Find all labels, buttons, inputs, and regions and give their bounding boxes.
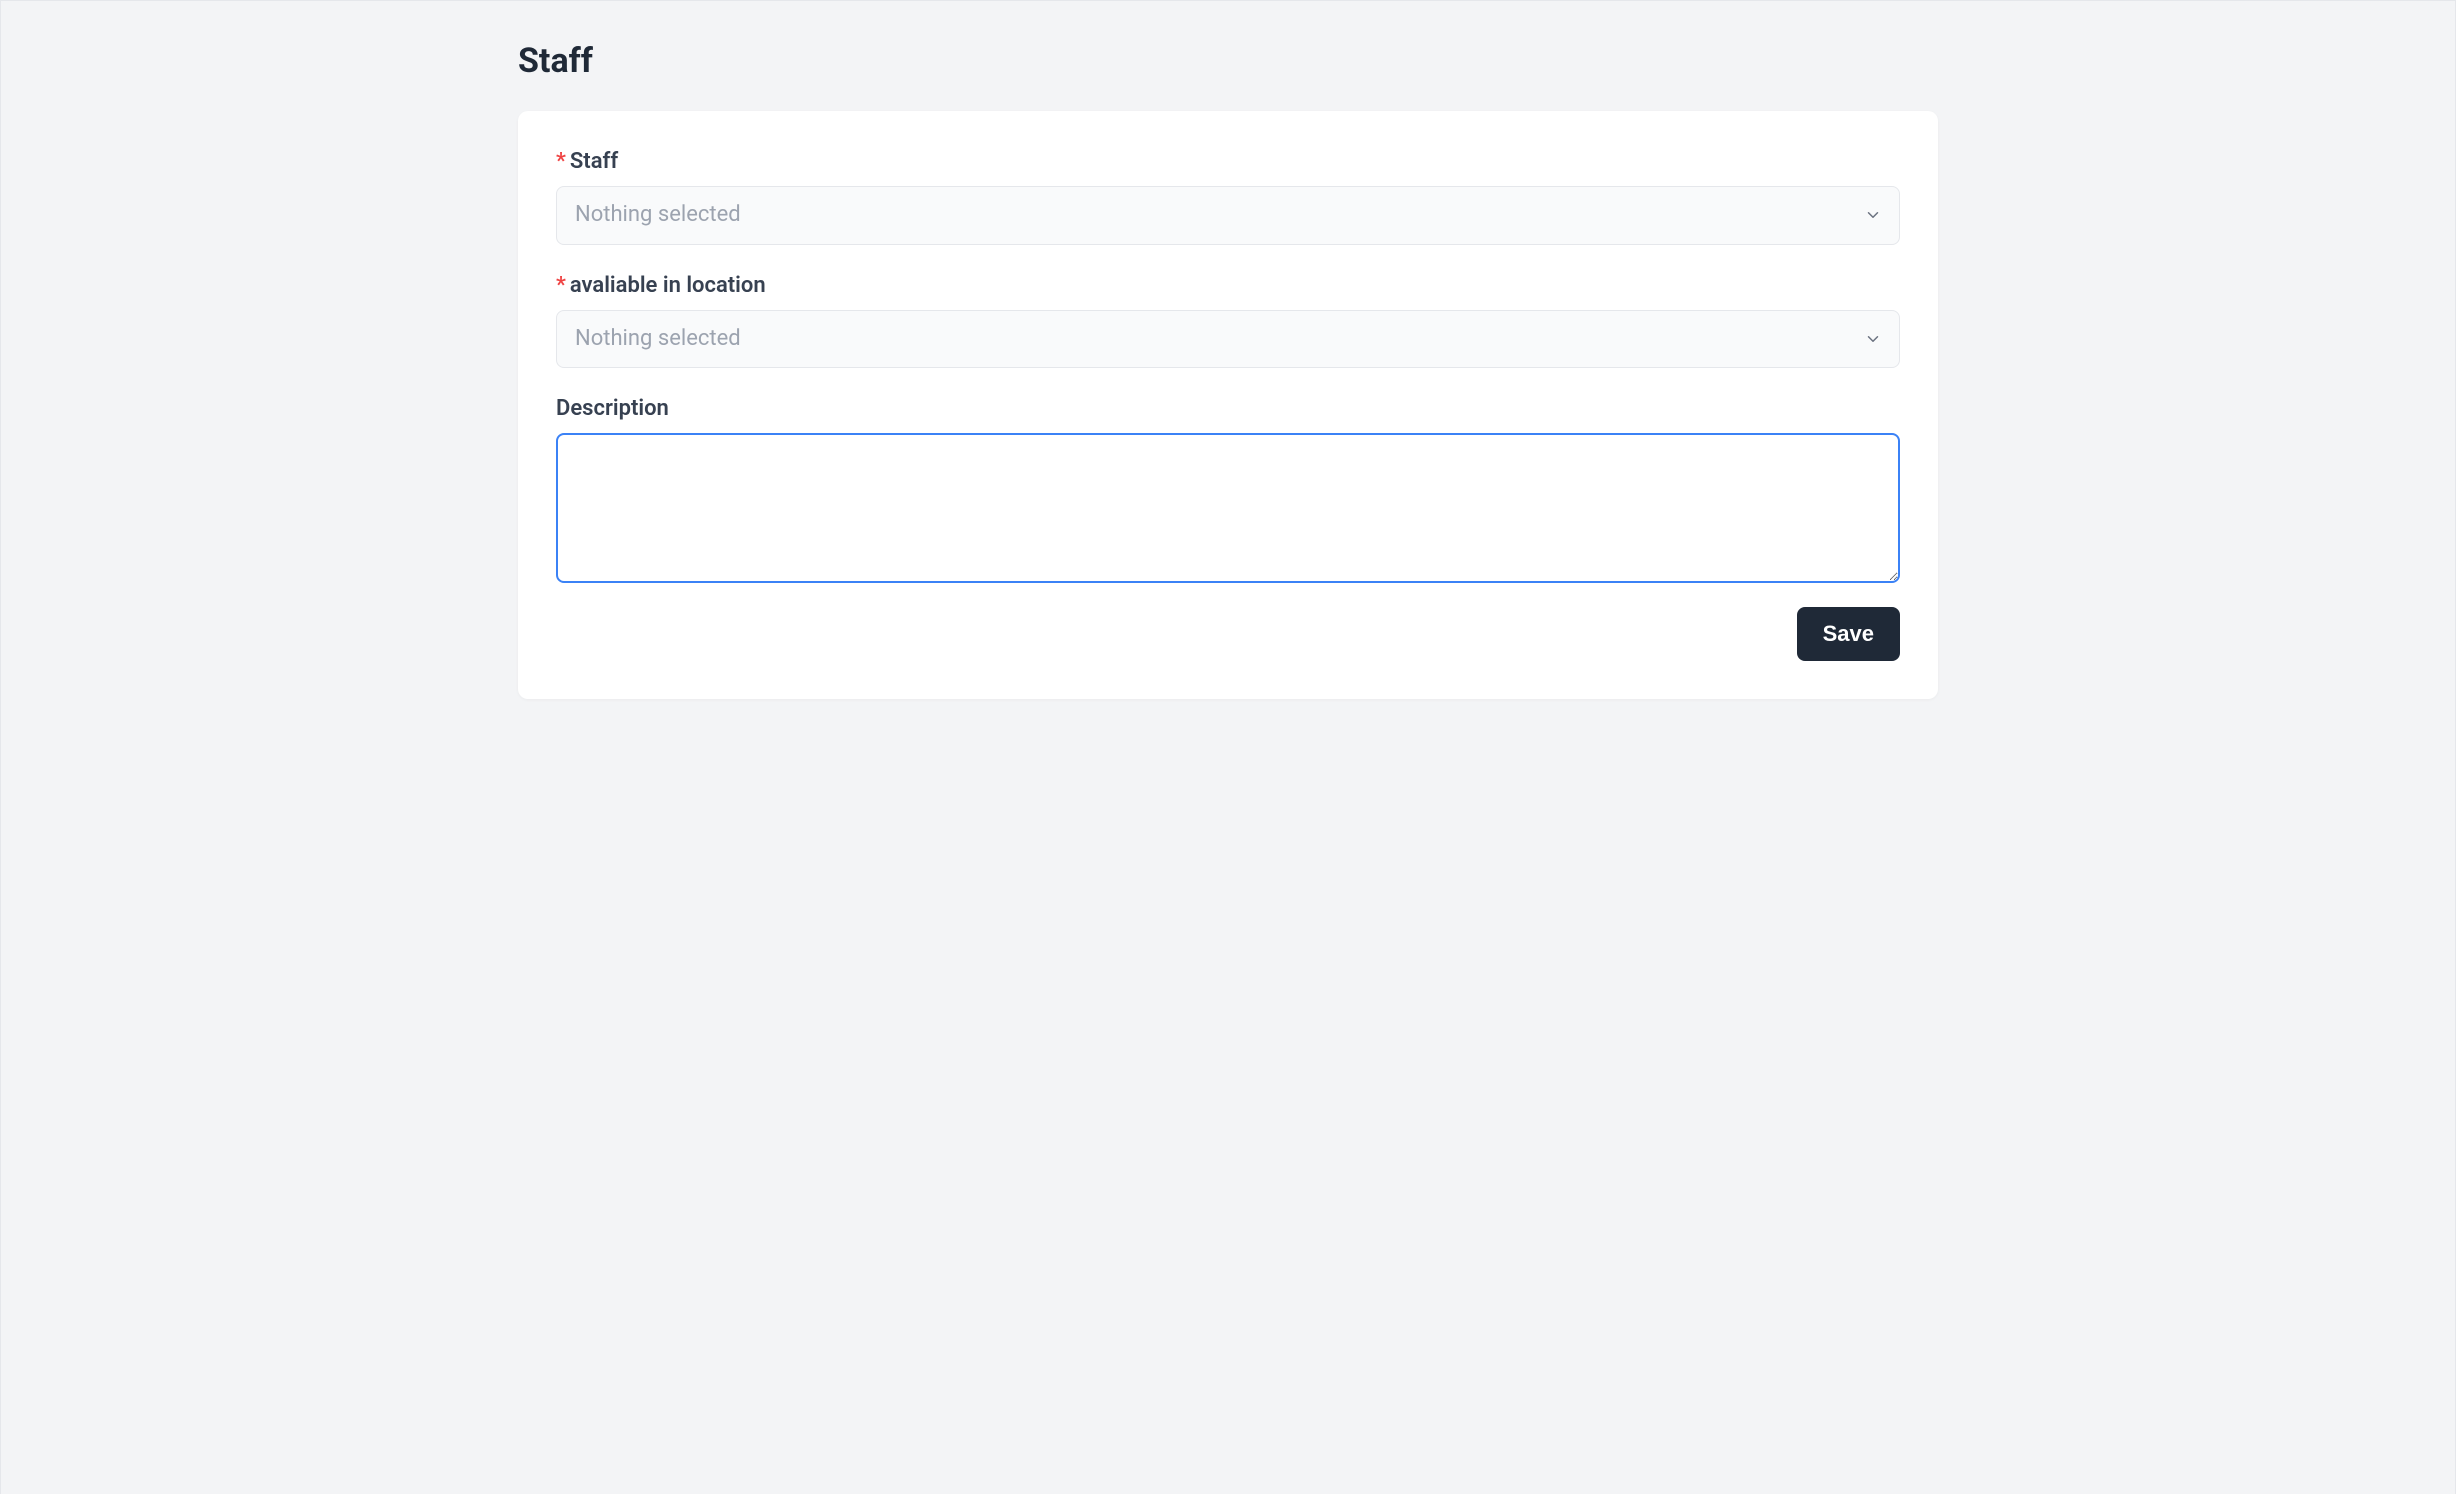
location-label: *avaliable in location (556, 273, 1900, 298)
location-select-value: Nothing selected (575, 325, 741, 354)
form-group-description: Description (556, 396, 1900, 587)
staff-label: *Staff (556, 149, 1900, 174)
page-title: Staff (518, 41, 1938, 81)
staff-select[interactable]: Nothing selected (556, 186, 1900, 245)
form-actions: Save (556, 607, 1900, 661)
description-label: Description (556, 396, 1900, 421)
form-group-location: *avaliable in location Nothing selected (556, 273, 1900, 369)
staff-form-card: *Staff Nothing selected *avaliable (518, 111, 1938, 699)
required-asterisk: * (556, 149, 566, 174)
staff-select-value: Nothing selected (575, 201, 741, 230)
location-label-text: avaliable in location (570, 273, 766, 298)
form-group-staff: *Staff Nothing selected (556, 149, 1900, 245)
description-textarea[interactable] (556, 433, 1900, 583)
save-button[interactable]: Save (1797, 607, 1900, 661)
location-select[interactable]: Nothing selected (556, 310, 1900, 369)
staff-label-text: Staff (570, 149, 618, 174)
required-asterisk: * (556, 273, 566, 298)
